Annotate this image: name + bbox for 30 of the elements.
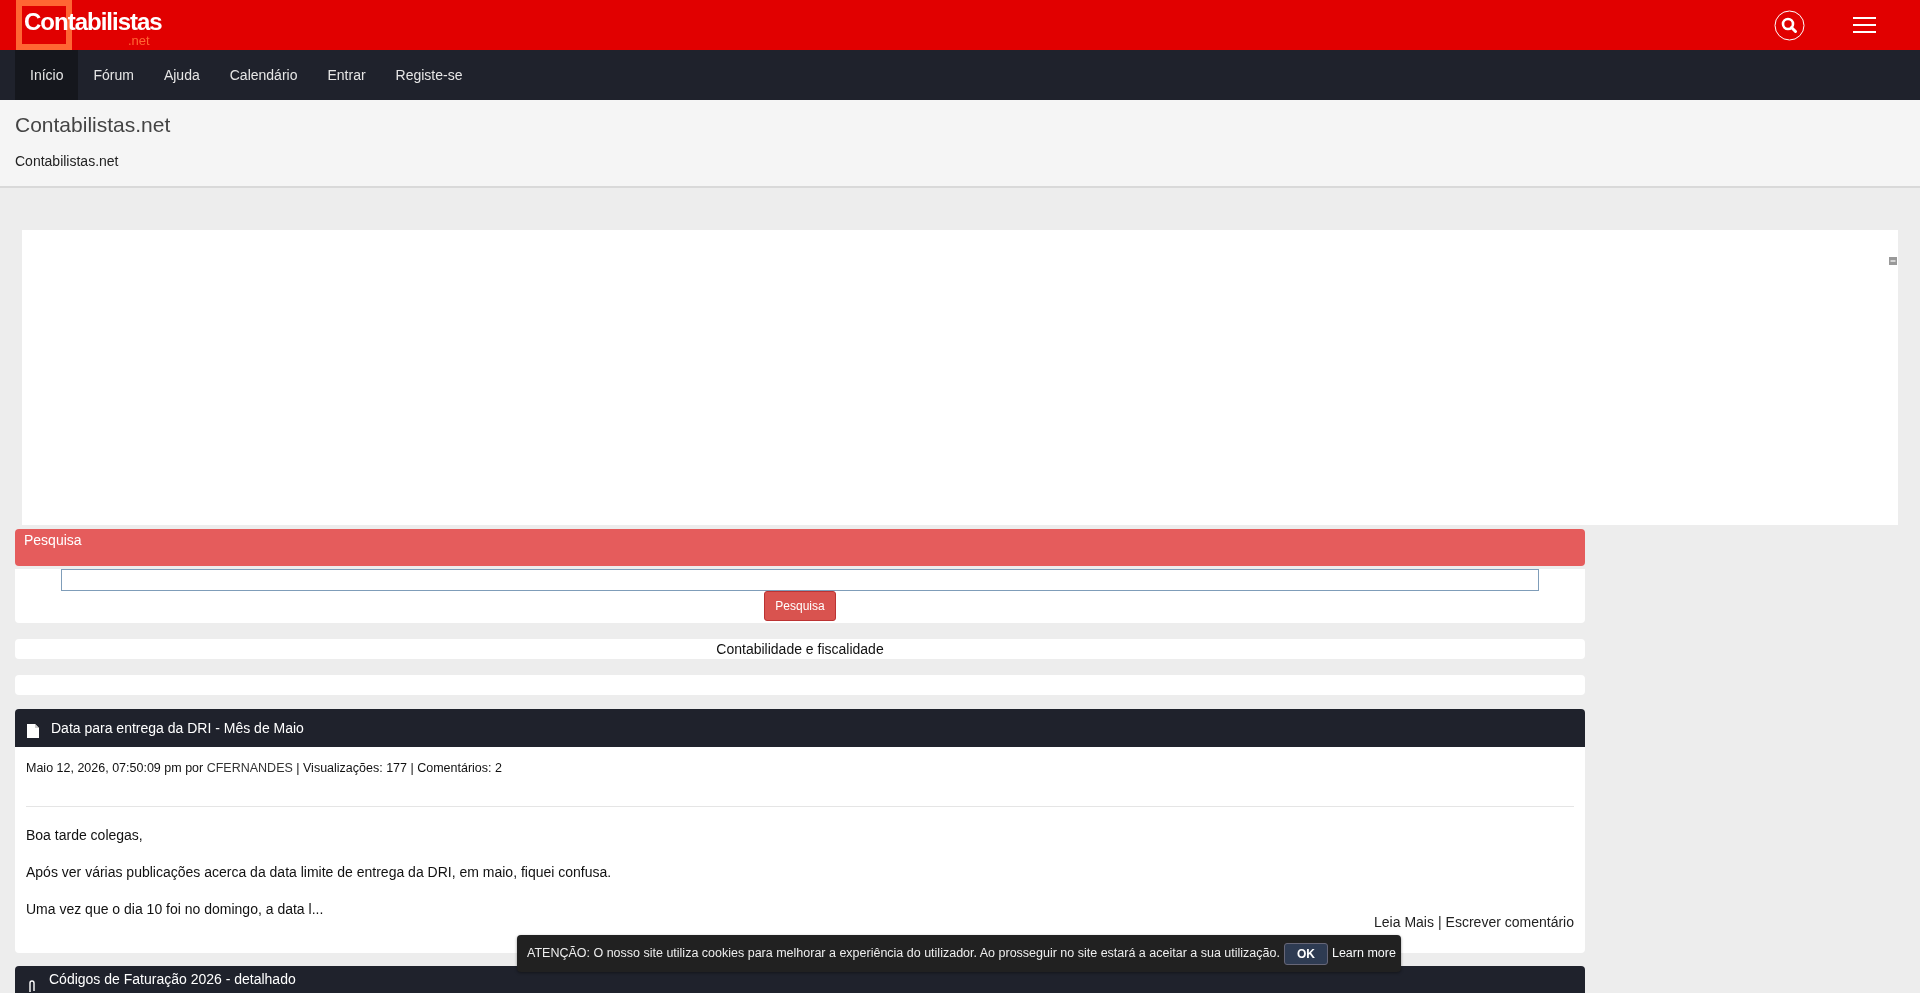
article-text: Após ver várias publicações acerca da data limite de entrega da DRI, em maio, fiquei confusa. (26, 862, 613, 882)
read-more-link[interactable]: Leia Mais (1374, 913, 1434, 930)
nav-tab[interactable]: Início (15, 50, 79, 100)
site-subtitle: Contabilistas.net (15, 152, 120, 172)
nav-tab[interactable]: Calendário (214, 50, 313, 100)
tagline: Contabilidade e fiscalidade (15, 639, 1585, 659)
article-title[interactable]: Códigos de Faturação 2026 - detalhado (49, 969, 296, 990)
nav-tab[interactable]: Ajuda (148, 50, 215, 100)
learn-more-link[interactable]: Learn more (1331, 944, 1396, 963)
panel-header: Pesquisa (15, 529, 1585, 566)
separator-text: | (1437, 913, 1442, 930)
nav-tab[interactable]: Registe-se (380, 50, 478, 100)
menu-icon[interactable] (1853, 17, 1876, 33)
article-text: Uma vez que o dia 10 foi no domingo, a data l... (26, 899, 325, 919)
cookie-text: ATENÇÃO: O nosso site utiliza cookies para melhorar a experiência do utilizador. Ao prosseguir no site estará a aceitar a sua utilização. (527, 945, 1280, 963)
article-meta: Maio 12, 2026, 07:50:09 pm por CFERNANDES | Visualizações: 177 | Comentários: 2 (26, 760, 503, 777)
search-button[interactable]: Pesquisa (764, 591, 836, 621)
author-link[interactable]: CFERNANDES (206, 761, 293, 775)
search-icon[interactable] (1774, 9, 1805, 41)
search-field[interactable] (61, 569, 1539, 591)
ok-button[interactable]: OK (1283, 942, 1328, 965)
site-title: Contabilistas.net (15, 112, 172, 138)
article-title[interactable]: Data para entrega da DRI - Mês de Maio (51, 717, 304, 739)
article-text: Boa tarde colegas, (26, 825, 144, 845)
nav-tab[interactable]: Fórum (78, 50, 149, 100)
nav-tab[interactable]: Entrar (312, 50, 381, 100)
comment-link[interactable]: Escrever comentário (1445, 913, 1574, 930)
logo[interactable]: Contabilistas .net (16, 0, 164, 50)
paperclip-icon (27, 979, 37, 993)
document-icon (27, 724, 39, 738)
